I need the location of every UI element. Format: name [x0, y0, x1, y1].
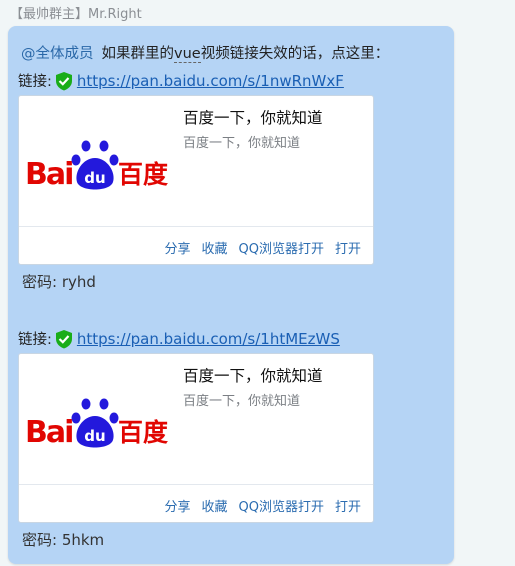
baidu-logo-du: du: [84, 427, 105, 445]
keyword-vue[interactable]: vue: [174, 46, 201, 63]
link-preview-card-1[interactable]: Bai du 百度 百度一下，你就知道 百度一下，你就知道 分享 收藏 QQ浏览…: [18, 95, 374, 265]
card-actions: 分享 收藏 QQ浏览器打开 打开: [164, 496, 361, 515]
baidu-logo-cn: 百度: [118, 160, 168, 189]
baidu-logo: Bai du 百度: [25, 140, 168, 192]
verified-shield-icon: [55, 329, 72, 348]
baidu-logo-cn: 百度: [118, 418, 168, 447]
link-row-1: 链接: https://pan.baidu.com/s/1nwRnWxF: [18, 70, 344, 91]
link-row-2: 链接: https://pan.baidu.com/s/1htMEzWS: [18, 328, 340, 349]
card-description: 百度一下，你就知道: [183, 136, 301, 151]
password-text-1: 密码: ryhd: [22, 273, 96, 291]
share-button[interactable]: 分享: [164, 496, 190, 515]
link-label: 链接:: [18, 74, 52, 90]
card-description: 百度一下，你就知道: [183, 394, 301, 409]
message-text: @全体成员 如果群里的vue视频链接失效的话，点这里：: [21, 42, 389, 63]
favorite-button[interactable]: 收藏: [202, 496, 228, 515]
card-divider: [19, 484, 373, 485]
baidu-logo: Bai du 百度: [25, 398, 168, 450]
baidu-logo-du: du: [84, 169, 105, 187]
card-divider: [19, 226, 373, 227]
message-text-after: 视频链接失效的话，点这里：: [200, 46, 390, 62]
open-button[interactable]: 打开: [335, 238, 361, 257]
card-actions: 分享 收藏 QQ浏览器打开 打开: [164, 238, 361, 257]
favorite-button[interactable]: 收藏: [202, 238, 228, 257]
open-in-qq-browser-button[interactable]: QQ浏览器打开: [239, 496, 324, 515]
baidu-logo-bai: Bai: [25, 415, 72, 450]
mention-all[interactable]: @全体成员: [21, 46, 94, 62]
link-url-2[interactable]: https://pan.baidu.com/s/1htMEzWS: [77, 330, 340, 348]
link-preview-card-2[interactable]: Bai du 百度 百度一下，你就知道 百度一下，你就知道 分享 收藏 QQ浏览…: [18, 353, 374, 523]
verified-shield-icon: [55, 71, 72, 90]
baidu-logo-bai: Bai: [25, 157, 72, 192]
card-title: 百度一下，你就知道: [183, 109, 323, 127]
open-button[interactable]: 打开: [335, 496, 361, 515]
link-url-1[interactable]: https://pan.baidu.com/s/1nwRnWxF: [77, 72, 344, 90]
open-in-qq-browser-button[interactable]: QQ浏览器打开: [239, 238, 324, 257]
password-text-2: 密码: 5hkm: [22, 531, 105, 549]
link-label: 链接:: [18, 332, 52, 348]
message-bubble: @全体成员 如果群里的vue视频链接失效的话，点这里： 链接: https://p…: [8, 26, 454, 564]
sender-name: 【最帅群主】Mr.Right: [10, 7, 142, 22]
card-title: 百度一下，你就知道: [183, 367, 323, 385]
message-text-before: 如果群里的: [101, 46, 175, 62]
share-button[interactable]: 分享: [164, 238, 190, 257]
